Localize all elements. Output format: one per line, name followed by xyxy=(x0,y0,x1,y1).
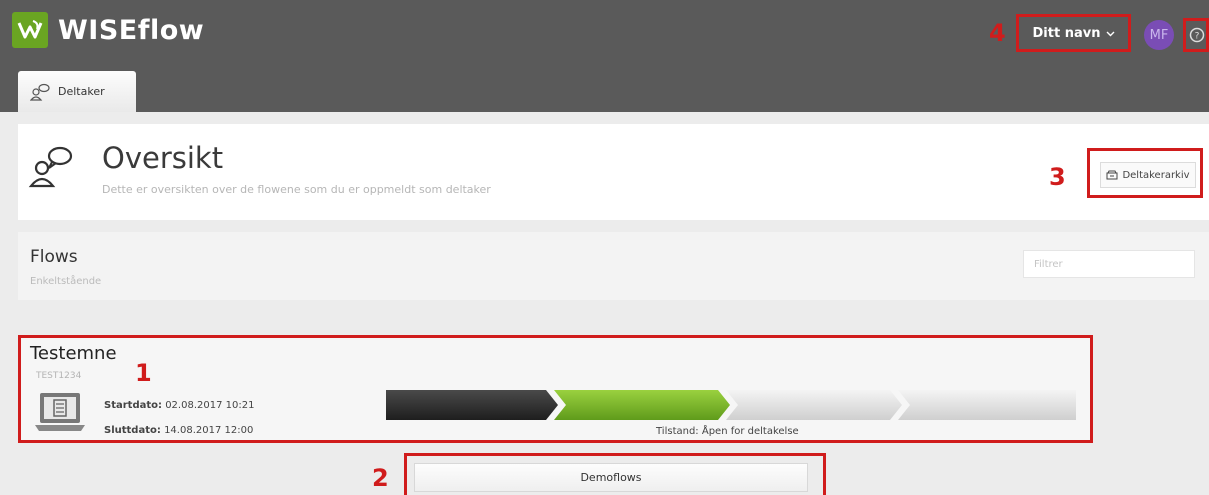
annotation-number-3: 3 xyxy=(1049,163,1066,191)
annotation-number-2: 2 xyxy=(372,464,389,492)
flow-progress xyxy=(386,385,1078,429)
participant-icon xyxy=(30,83,50,101)
end-date-label: Sluttdato: xyxy=(104,425,161,436)
flow-code: TEST1234 xyxy=(36,371,82,381)
chevron-down-icon xyxy=(1106,26,1115,41)
progress-step-3 xyxy=(726,390,902,420)
flows-title: Flows xyxy=(30,247,78,267)
help-icon: ? xyxy=(1189,27,1204,43)
progress-step-1 xyxy=(386,390,558,420)
progress-step-2 xyxy=(554,390,730,420)
logo-text: WISEflow xyxy=(58,14,205,46)
end-date-row: Sluttdato: 14.08.2017 12:00 xyxy=(104,418,254,443)
user-menu-button[interactable]: Ditt navn xyxy=(1019,16,1129,50)
logo[interactable]: WISEflow xyxy=(12,12,204,48)
demoflows-button[interactable]: Demoflows xyxy=(414,463,808,492)
annotation-number-4: 4 xyxy=(989,19,1006,47)
top-bar: WISEflow Ditt navn MF ? Deltaker xyxy=(0,0,1209,112)
annotation-number-1: 1 xyxy=(135,359,152,387)
start-date-value: 02.08.2017 10:21 xyxy=(165,400,255,411)
participant-archive-button[interactable]: Deltakerarkiv xyxy=(1100,162,1196,188)
archive-icon xyxy=(1106,170,1118,180)
page-subtitle: Dette er oversikten over de flowene som … xyxy=(102,183,491,196)
start-date-label: Startdato: xyxy=(104,400,162,411)
flows-subtitle: Enkeltstående xyxy=(30,276,102,287)
start-date-row: Startdato: 02.08.2017 10:21 xyxy=(104,393,254,418)
tab-label: Deltaker xyxy=(58,85,105,98)
flow-item[interactable]: Testemne TEST1234 Startdato: 02.08.2017 … xyxy=(18,335,1091,443)
end-date-value: 14.08.2017 12:00 xyxy=(164,425,254,436)
avatar[interactable]: MF xyxy=(1144,20,1174,50)
flow-dates: Startdato: 02.08.2017 10:21 Sluttdato: 1… xyxy=(104,393,254,443)
progress-step-4 xyxy=(898,390,1076,420)
flow-title: Testemne xyxy=(30,343,117,364)
tab-deltaker[interactable]: Deltaker xyxy=(18,71,136,112)
page-title: Oversikt xyxy=(102,141,224,175)
archive-button-label: Deltakerarkiv xyxy=(1122,169,1190,181)
flows-header: Flows Enkeltstående xyxy=(18,232,1209,300)
user-name: Ditt navn xyxy=(1032,25,1101,41)
svg-text:?: ? xyxy=(1194,32,1199,42)
filter-input[interactable] xyxy=(1023,250,1195,278)
overview-panel: Oversikt Dette er oversikten over de flo… xyxy=(18,124,1209,220)
help-button[interactable]: ? xyxy=(1184,20,1209,50)
wiseflow-logo-icon xyxy=(12,12,48,48)
participant-large-icon xyxy=(28,144,74,192)
laptop-icon xyxy=(34,391,86,437)
flow-state: Tilstand: Åpen for deltakelse xyxy=(656,426,799,437)
